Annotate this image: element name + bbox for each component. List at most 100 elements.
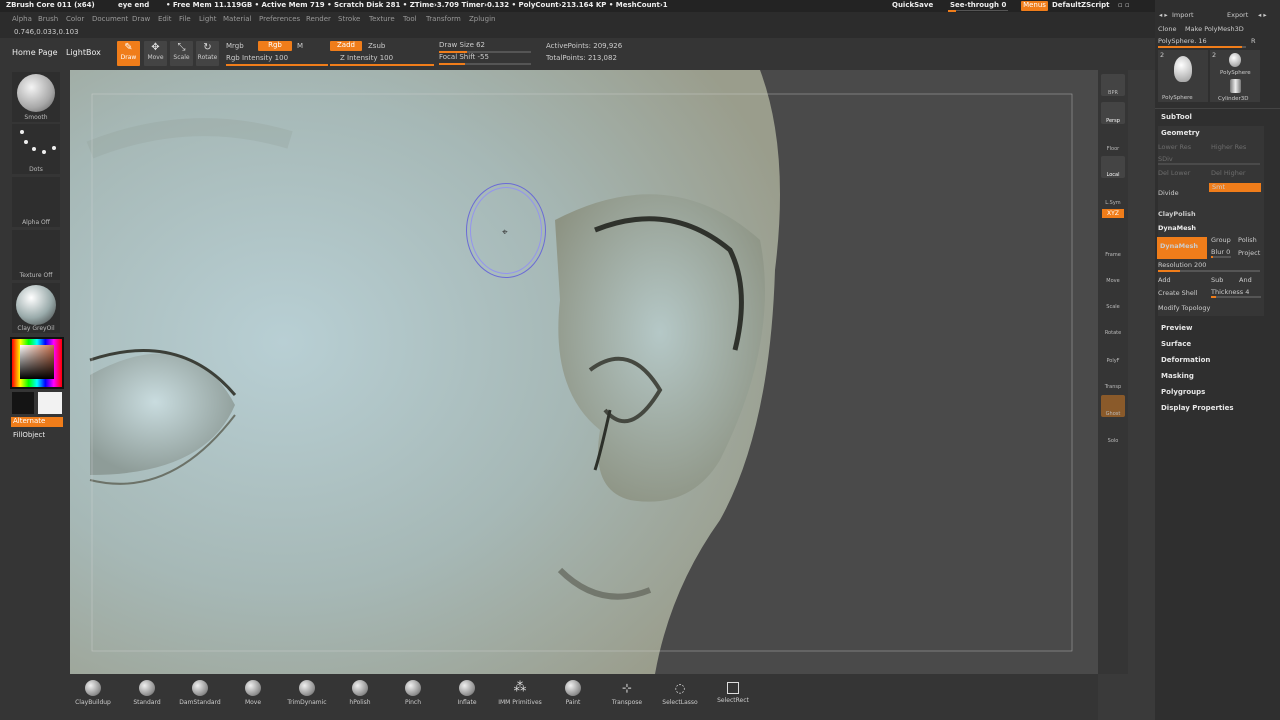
menu-brush[interactable]: Brush xyxy=(38,15,58,24)
project-toggle[interactable]: Project xyxy=(1238,249,1260,257)
brush-inflate[interactable]: Inflate xyxy=(442,680,492,706)
del-lower-button[interactable]: Del Lower xyxy=(1158,169,1190,177)
create-shell-button[interactable]: Create Shell xyxy=(1158,289,1198,297)
group-toggle[interactable]: Group xyxy=(1211,236,1231,244)
divide-button[interactable]: Divide xyxy=(1158,189,1179,197)
quicksave-button[interactable]: QuickSave xyxy=(892,1,933,10)
brush-pinch[interactable]: Pinch xyxy=(388,680,438,706)
and-button[interactable]: And xyxy=(1239,276,1252,284)
rgb-intensity-track[interactable] xyxy=(226,64,328,66)
menu-stroke[interactable]: Stroke xyxy=(338,15,360,24)
brush-paint[interactable]: Paint xyxy=(548,680,598,706)
make-polymesh-button[interactable]: Make PolyMesh3D xyxy=(1185,25,1244,33)
tool-thumb-cylinder[interactable]: Cylinder3D xyxy=(1210,76,1260,102)
menu-light[interactable]: Light xyxy=(199,15,216,24)
brush-claybuildup[interactable]: ClayBuildup xyxy=(68,680,118,706)
menu-edit[interactable]: Edit xyxy=(158,15,172,24)
z-intensity-track[interactable] xyxy=(330,64,434,66)
canvas-viewport[interactable]: ⌖ xyxy=(70,70,1098,674)
focal-shift-track[interactable] xyxy=(439,63,531,65)
brush-thumbnail[interactable]: Smooth xyxy=(12,72,60,122)
rotate-mode-button[interactable]: ↻ Rotate xyxy=(196,41,219,66)
brush-selectrect[interactable]: SelectRect xyxy=(708,680,758,704)
persp-button[interactable]: Persp xyxy=(1101,102,1125,124)
brush-move[interactable]: Move xyxy=(228,680,278,706)
focal-shift-slider[interactable]: Focal Shift -55 xyxy=(439,53,489,62)
smt-toggle[interactable]: Smt xyxy=(1209,183,1261,192)
move-mode-button[interactable]: ✥ Move xyxy=(144,41,167,66)
see-through-slider[interactable]: See-through 0 xyxy=(950,1,1006,10)
transp-button[interactable]: Transp xyxy=(1101,368,1125,390)
export-button[interactable]: Export xyxy=(1227,11,1248,19)
blur-slider[interactable]: Blur 0 xyxy=(1211,248,1230,256)
polyf-button[interactable]: PolyF xyxy=(1101,342,1125,364)
current-tool-track[interactable] xyxy=(1158,46,1246,48)
sdiv-slider[interactable]: SDiv xyxy=(1158,155,1173,163)
resolution-track[interactable] xyxy=(1158,270,1260,272)
rgb-intensity-slider[interactable]: Rgb Intensity 100 xyxy=(226,54,288,63)
z-intensity-slider[interactable]: Z Intensity 100 xyxy=(340,54,393,63)
brush-standard[interactable]: Standard xyxy=(122,680,172,706)
modify-topology-section[interactable]: Modify Topology xyxy=(1158,304,1210,312)
zsub-button[interactable]: Zsub xyxy=(368,42,385,51)
rgb-button[interactable]: Rgb xyxy=(258,41,292,51)
solo-button[interactable]: Solo xyxy=(1101,422,1125,444)
menu-file[interactable]: File xyxy=(179,15,191,24)
resolution-slider[interactable]: Resolution 200 xyxy=(1158,261,1206,269)
ghost-button[interactable]: Ghost xyxy=(1101,395,1125,417)
brush-transpose[interactable]: ⊹ Transpose xyxy=(602,680,652,706)
move-view-button[interactable]: Move xyxy=(1101,262,1125,284)
current-tool-slider[interactable]: PolySphere. 16 xyxy=(1158,37,1207,45)
menu-document[interactable]: Document xyxy=(92,15,128,24)
see-through-track[interactable] xyxy=(948,10,1008,12)
home-page-button[interactable]: Home Page xyxy=(12,48,58,58)
tool-thumb-head[interactable]: 2 PolySphere xyxy=(1158,50,1208,102)
higher-res-button[interactable]: Higher Res xyxy=(1211,143,1246,151)
xyz-button[interactable]: XYZ xyxy=(1102,209,1124,218)
brush-hpolish[interactable]: hPolish xyxy=(335,680,385,706)
floor-button[interactable]: Floor xyxy=(1101,130,1125,152)
thickness-track[interactable] xyxy=(1211,296,1261,298)
local-button[interactable]: Local xyxy=(1101,156,1125,178)
m-button[interactable]: M xyxy=(297,42,303,51)
alternate-button[interactable]: Alternate xyxy=(11,417,63,427)
geometry-section[interactable]: Geometry xyxy=(1161,129,1200,137)
masking-section[interactable]: Masking xyxy=(1161,372,1194,380)
polish-toggle[interactable]: Polish xyxy=(1238,236,1257,244)
main-color-swatch[interactable] xyxy=(38,392,62,414)
bpr-button[interactable]: BPR xyxy=(1101,74,1125,96)
clone-button[interactable]: Clone xyxy=(1158,25,1176,33)
thickness-slider[interactable]: Thickness 4 xyxy=(1211,288,1249,296)
mrgb-button[interactable]: Mrgb xyxy=(226,42,244,51)
rotate-view-button[interactable]: Rotate xyxy=(1101,314,1125,336)
import-button[interactable]: Import xyxy=(1172,11,1194,19)
scale-mode-button[interactable]: ⤡ Scale xyxy=(170,41,193,66)
sdiv-track[interactable] xyxy=(1158,163,1260,165)
lightbox-button[interactable]: LightBox xyxy=(66,48,101,58)
menu-material[interactable]: Material xyxy=(223,15,251,24)
lower-res-button[interactable]: Lower Res xyxy=(1158,143,1191,151)
menu-tool[interactable]: Tool xyxy=(403,15,417,24)
dynamesh-button[interactable]: DynaMesh xyxy=(1157,237,1207,259)
add-button[interactable]: Add xyxy=(1158,276,1171,284)
frame-button[interactable]: Frame xyxy=(1101,236,1125,258)
draw-size-slider[interactable]: Draw Size 62 xyxy=(439,41,485,50)
menu-draw[interactable]: Draw xyxy=(132,15,150,24)
blur-track[interactable] xyxy=(1211,256,1231,258)
del-higher-button[interactable]: Del Higher xyxy=(1211,169,1246,177)
polygroups-section[interactable]: Polygroups xyxy=(1161,388,1205,396)
brush-imm-primitives[interactable]: ⁂ IMM Primitives xyxy=(495,680,545,706)
display-properties-section[interactable]: Display Properties xyxy=(1161,404,1234,412)
material-thumbnail[interactable]: Clay GreyOil xyxy=(12,283,60,333)
menu-texture[interactable]: Texture xyxy=(369,15,395,24)
menu-transform[interactable]: Transform xyxy=(426,15,461,24)
texture-thumbnail[interactable]: Texture Off xyxy=(12,230,60,280)
menu-zplugin[interactable]: Zplugin xyxy=(469,15,495,24)
brush-trimdynamic[interactable]: TrimDynamic xyxy=(282,680,332,706)
saturation-square[interactable] xyxy=(20,345,54,379)
default-zscript-button[interactable]: DefaultZScript xyxy=(1052,1,1110,10)
surface-section[interactable]: Surface xyxy=(1161,340,1191,348)
r-button[interactable]: R xyxy=(1251,37,1256,45)
color-picker[interactable] xyxy=(10,337,64,389)
dynamesh-section[interactable]: DynaMesh xyxy=(1158,224,1196,232)
